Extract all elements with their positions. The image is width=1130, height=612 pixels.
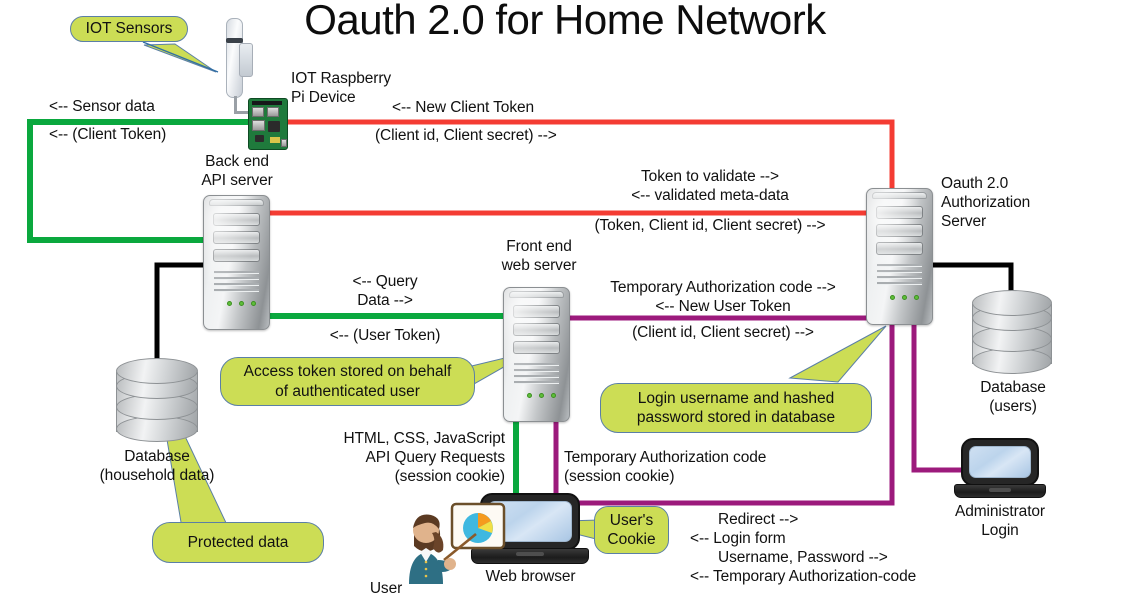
flow-client-token: <-- (Client Token): [49, 126, 167, 143]
diagram-canvas: Oauth 2.0 for Home Network IOT Sensors A…: [0, 0, 1130, 612]
flow-new-client-token: <-- New Client Token: [392, 99, 535, 116]
flow-client-id-secret-mid: (Client id, Client secret) -->: [632, 324, 814, 341]
server-bay: [513, 323, 560, 336]
flow-client-id-secret-top: (Client id, Client secret) -->: [375, 127, 557, 144]
pi-gpio-header: [252, 101, 282, 105]
flow-data: Data -->: [357, 292, 413, 309]
pi-usb-port-b: [267, 107, 279, 117]
laptop-lid: [961, 438, 1039, 486]
label-administrator-login: Administrator Login: [954, 503, 1045, 539]
backend-api-server[interactable]: [203, 195, 270, 330]
frontend-web-server[interactable]: [503, 287, 570, 422]
pi-ethernet-port: [252, 120, 265, 131]
flow-token-client-id-secret: (Token, Client id, Client secret) -->: [594, 217, 826, 234]
server-vent: [214, 283, 259, 285]
server-bay: [876, 224, 923, 237]
label-oauth-server: Oauth 2.0 Authorization Server: [941, 175, 1031, 230]
flow-html-css-js: HTML, CSS, JavaScript API Query Requests…: [343, 430, 505, 485]
flow-new-user-token: <-- New User Token: [655, 298, 791, 315]
pi-connector: [270, 137, 280, 143]
label-web-browser: Web browser: [485, 568, 576, 585]
database-users[interactable]: [972, 290, 1052, 378]
callout-users-cookie: User's Cookie: [594, 506, 669, 554]
server-cap: [509, 291, 564, 298]
flow-query: <-- Query: [352, 273, 418, 290]
server-bay: [876, 206, 923, 219]
server-bay: [213, 231, 260, 244]
server-vent: [877, 270, 922, 272]
laptop-trackpad: [989, 488, 1011, 492]
pi-soc-chip: [268, 121, 280, 132]
flow-temp-auth-code-cookie: Temporary Authorization code (session co…: [564, 449, 767, 485]
callout-leader-iot-sensors: [142, 41, 219, 73]
server-vent: [214, 271, 259, 273]
raspberry-pi-board: [248, 98, 288, 150]
label-database-household: Database (household data): [99, 448, 215, 484]
server-vent: [514, 381, 559, 383]
flow-redirect: Redirect -->: [718, 511, 799, 528]
server-vent: [514, 363, 559, 365]
label-backend-api-server: Back end API server: [201, 153, 273, 189]
server-status-leds: [527, 393, 556, 398]
flow-username-password: Username, Password -->: [718, 549, 888, 566]
server-vent: [514, 369, 559, 371]
pi-power-port: [281, 139, 287, 147]
oauth-authorization-server[interactable]: [866, 188, 933, 325]
callout-login-username: Login username and hashed password store…: [600, 383, 872, 433]
server-vent: [514, 375, 559, 377]
server-cap: [872, 192, 927, 199]
flow-temp-auth-code-resp: <-- Temporary Authorization-code: [690, 568, 917, 585]
server-vent: [214, 277, 259, 279]
callout-protected-data-label: Protected data: [187, 533, 289, 551]
callout-tail-iot-sensors: [143, 43, 217, 73]
server-bay: [513, 341, 560, 354]
server-bay: [876, 242, 923, 255]
pi-usb-port-a: [252, 107, 264, 117]
callout-users-cookie-label: User's Cookie: [607, 511, 656, 549]
server-cap: [209, 199, 264, 206]
callout-login-username-label: Login username and hashed password store…: [636, 389, 836, 427]
sensor-bracket: [239, 43, 253, 77]
page-title: Oauth 2.0 for Home Network: [304, 0, 826, 43]
callout-protected-data: Protected data: [152, 522, 324, 563]
flow-temp-auth-code-arrow: Temporary Authorization code -->: [610, 279, 836, 296]
label-raspberry-pi: IOT Raspberry Pi Device: [291, 70, 392, 106]
server-vent: [877, 264, 922, 266]
avatar-button-b: [424, 567, 428, 571]
flow-login-form: <-- Login form: [690, 530, 786, 547]
server-vent: [877, 276, 922, 278]
avatar-button-c: [424, 574, 428, 578]
label-frontend-web-server: Front end web server: [501, 238, 577, 274]
server-bay: [213, 249, 260, 262]
server-vent: [877, 282, 922, 284]
server-status-leds: [890, 295, 919, 300]
server-bay: [213, 213, 260, 226]
database-household-data[interactable]: [116, 358, 198, 446]
server-status-leds: [227, 301, 256, 306]
db-disc-top: [972, 290, 1052, 316]
avatar-hand: [444, 558, 456, 570]
label-database-users: Database (users): [980, 379, 1046, 415]
server-bay: [513, 305, 560, 318]
avatar-button-a: [424, 560, 428, 564]
pi-ram-chip: [255, 135, 264, 142]
administrator-laptop[interactable]: [953, 438, 1047, 500]
flow-sensor-data: <-- Sensor data: [49, 98, 155, 115]
label-user: User: [369, 580, 403, 597]
flow-validated-meta-data: <-- validated meta-data: [631, 187, 789, 204]
flow-token-to-validate: Token to validate -->: [641, 168, 779, 185]
callout-access-token-label: Access token stored on behalf of authent…: [243, 363, 452, 400]
laptop-screen: [969, 446, 1031, 478]
callout-access-token: Access token stored on behalf of authent…: [220, 357, 475, 406]
db-disc-top: [116, 358, 198, 384]
flow-user-token: <-- (User Token): [329, 327, 441, 344]
server-vent: [214, 289, 259, 291]
